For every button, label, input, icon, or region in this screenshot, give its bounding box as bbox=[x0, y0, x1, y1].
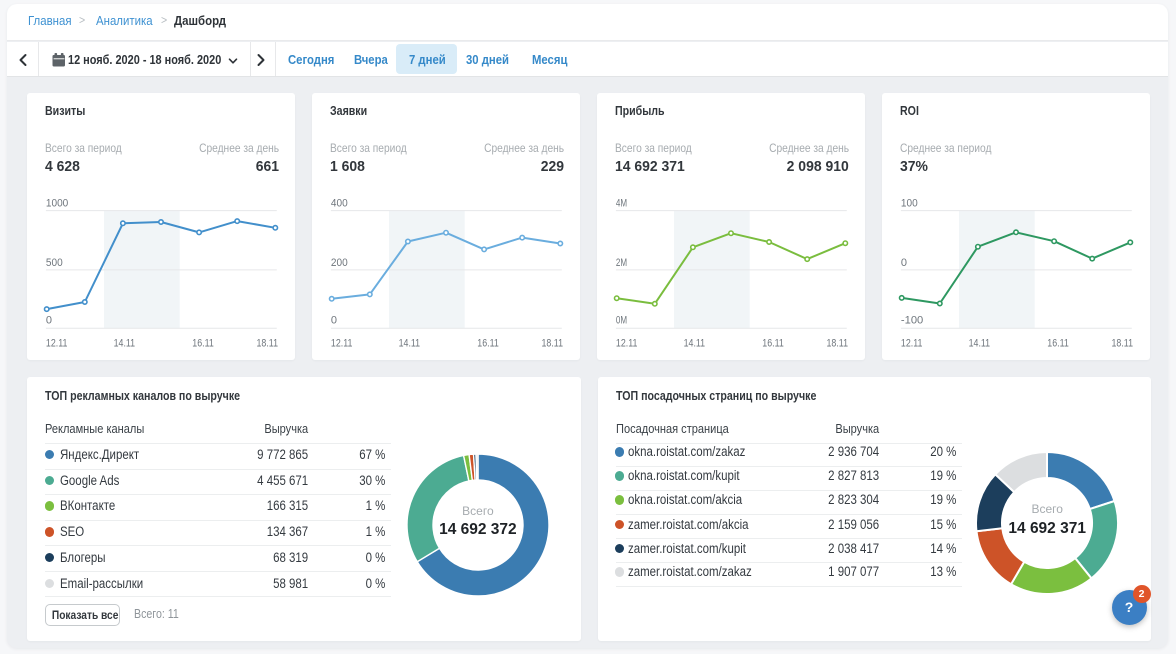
svg-text:14.11: 14.11 bbox=[684, 337, 706, 349]
svg-text:18.11: 18.11 bbox=[542, 337, 564, 349]
svg-text:12.11: 12.11 bbox=[901, 337, 923, 349]
svg-text:14.11: 14.11 bbox=[114, 337, 136, 349]
svg-text:1000: 1000 bbox=[46, 197, 68, 209]
svg-text:18.11: 18.11 bbox=[1112, 337, 1134, 349]
svg-text:-100: -100 bbox=[901, 315, 923, 327]
svg-text:12.11: 12.11 bbox=[616, 337, 638, 349]
svg-text:14.11: 14.11 bbox=[969, 337, 991, 349]
svg-text:400: 400 bbox=[331, 197, 348, 209]
svg-text:0: 0 bbox=[46, 315, 52, 327]
svg-text:100: 100 bbox=[901, 197, 918, 209]
svg-text:500: 500 bbox=[46, 257, 63, 269]
svg-text:18.11: 18.11 bbox=[827, 337, 849, 349]
svg-text:2M: 2M bbox=[616, 257, 627, 269]
svg-text:18.11: 18.11 bbox=[257, 337, 279, 349]
svg-text:200: 200 bbox=[331, 257, 348, 269]
svg-text:12.11: 12.11 bbox=[331, 337, 353, 349]
svg-text:14.11: 14.11 bbox=[399, 337, 421, 349]
svg-text:0: 0 bbox=[331, 315, 337, 327]
svg-text:16.11: 16.11 bbox=[192, 337, 214, 349]
svg-text:16.11: 16.11 bbox=[762, 337, 784, 349]
svg-text:4M: 4M bbox=[616, 197, 627, 209]
svg-text:12.11: 12.11 bbox=[46, 337, 68, 349]
svg-text:16.11: 16.11 bbox=[1047, 337, 1069, 349]
svg-text:0: 0 bbox=[901, 257, 907, 269]
svg-text:0M: 0M bbox=[616, 315, 627, 327]
svg-text:16.11: 16.11 bbox=[477, 337, 499, 349]
